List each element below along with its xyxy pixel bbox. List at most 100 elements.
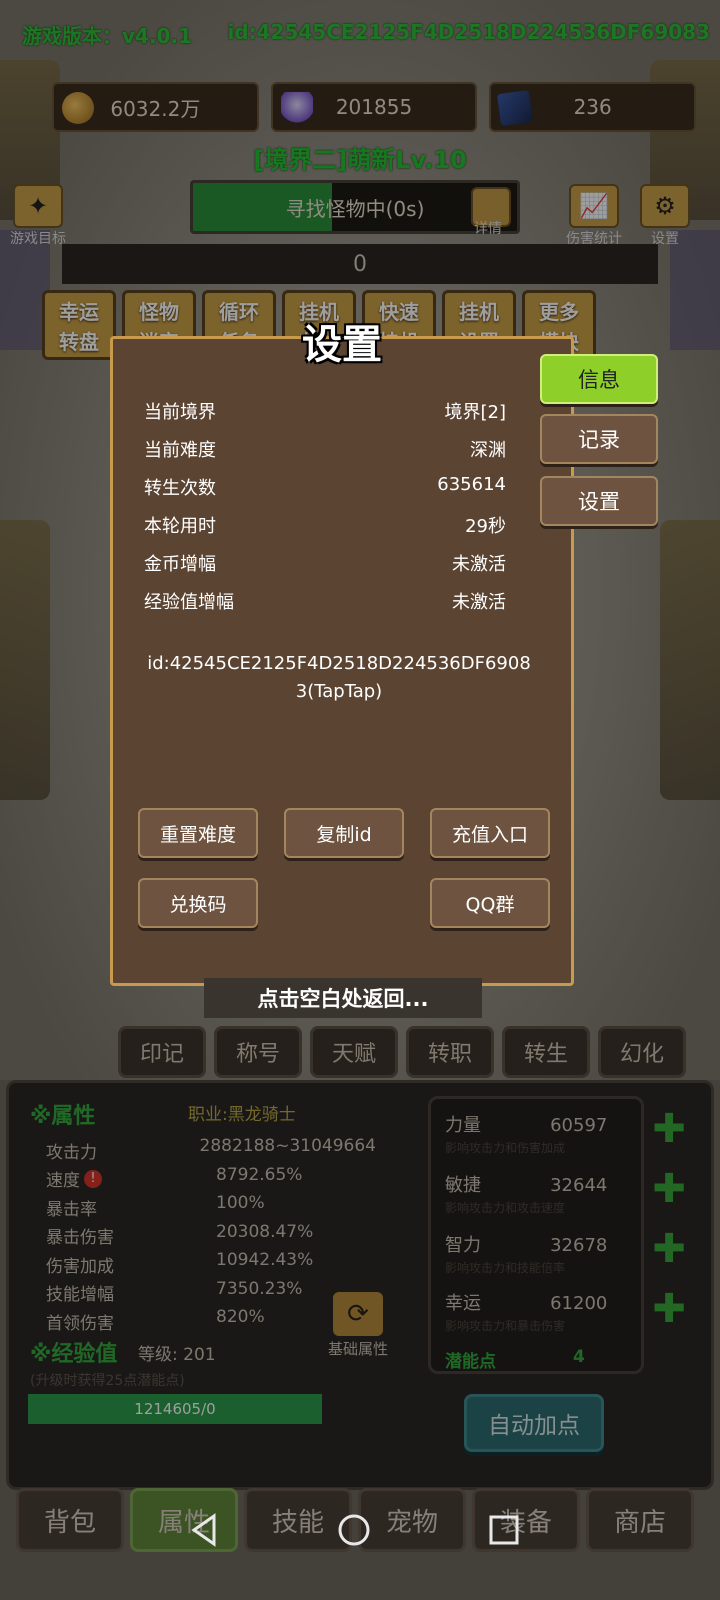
stat-row: 暴击率 100%	[46, 1193, 376, 1222]
potential-row-agility: 敏捷 32644 影响攻击力和攻击速度	[445, 1171, 635, 1216]
potential-points-value: 4	[573, 1347, 585, 1367]
warning-icon[interactable]: !	[84, 1169, 102, 1188]
attributes-heading: ※属性	[30, 1104, 96, 1129]
stat-value: 8792.65%	[216, 1164, 303, 1185]
chart-icon: 📈	[569, 184, 619, 228]
info-row: 本轮用时 29秒	[144, 512, 506, 550]
stat-row: 攻击力 2882188~31049664	[46, 1136, 376, 1165]
info-label: 金币增幅	[144, 554, 216, 575]
add-agility-button[interactable]: ✚	[652, 1169, 686, 1209]
info-label: 经验值增幅	[144, 592, 234, 613]
potential-row-intelligence: 智力 32678 影响攻击力和技能倍率	[445, 1231, 635, 1276]
crystal-currency: 201855	[270, 82, 478, 132]
tab-title[interactable]: 称号	[214, 1026, 302, 1078]
potential-desc: 影响攻击力和暴击伤害	[445, 1319, 566, 1333]
potential-value: 32678	[550, 1235, 608, 1256]
info-value: 深渊	[470, 440, 506, 461]
tab-info[interactable]: 信息	[540, 354, 658, 404]
stat-value: 2882188~31049664	[199, 1136, 376, 1156]
tab-mark[interactable]: 印记	[118, 1026, 206, 1078]
stat-label: 暴击率	[46, 1199, 97, 1220]
basic-attributes-toggle[interactable]: ⟳ 基础属性	[328, 1292, 388, 1359]
stat-value: 820%	[216, 1307, 265, 1327]
settings-button[interactable]: ⚙ 设置	[640, 184, 690, 248]
info-value: 未激活	[452, 554, 506, 575]
level-label: 等级: 201	[138, 1345, 216, 1365]
info-label: 本轮用时	[144, 516, 216, 537]
game-goal-button[interactable]: ✦ 游戏目标	[10, 184, 66, 248]
info-label: 转生次数	[144, 478, 216, 499]
tab-settings[interactable]: 设置	[540, 476, 658, 526]
stat-label: 攻击力	[46, 1142, 97, 1163]
gear-icon: ⚙	[640, 184, 690, 228]
card-value: 236	[573, 95, 612, 119]
tab-record[interactable]: 记录	[540, 414, 658, 464]
tab-job-change[interactable]: 转职	[406, 1026, 494, 1078]
info-row: 经验值增幅 未激活	[144, 588, 506, 626]
crystal-value: 201855	[335, 95, 413, 119]
details-label[interactable]: 详情	[474, 218, 502, 238]
potential-name: 幸运	[445, 1293, 481, 1314]
stat-label: 技能增幅	[46, 1285, 114, 1306]
copy-id-button[interactable]: 复制id	[284, 808, 404, 858]
potential-box: 力量 60597 影响攻击力和伤害加成 敏捷 32644 影响攻击力和攻击速度 …	[428, 1096, 644, 1374]
card-icon	[497, 89, 534, 127]
stat-row: 技能增幅 7350.23%	[46, 1279, 376, 1308]
info-table: 当前境界 境界[2] 当前难度 深渊 转生次数 635614 本轮用时 29秒 …	[144, 398, 506, 626]
add-intelligence-button[interactable]: ✚	[652, 1229, 686, 1269]
add-strength-button[interactable]: ✚	[652, 1109, 686, 1149]
qq-group-button[interactable]: QQ群	[430, 878, 550, 928]
potential-name: 智力	[445, 1235, 481, 1256]
tab-transform[interactable]: 幻化	[598, 1026, 686, 1078]
refresh-icon: ⟳	[333, 1292, 383, 1336]
recents-icon[interactable]	[484, 1510, 524, 1550]
add-luck-button[interactable]: ✚	[652, 1289, 686, 1329]
info-label: 当前难度	[144, 440, 216, 461]
star-icon: ✦	[13, 184, 63, 228]
info-row: 转生次数 635614	[144, 474, 506, 512]
tap-to-return-hint[interactable]: 点击空白处返回...	[204, 978, 482, 1018]
job-label: 职业:黑龙骑士	[188, 1105, 296, 1125]
tab-rebirth[interactable]: 转生	[502, 1026, 590, 1078]
stat-label-wrap: 速度 !	[46, 1165, 216, 1194]
experience-bar: 1214605/0	[28, 1394, 322, 1424]
basic-attributes-label: 基础属性	[328, 1340, 389, 1358]
top-info-bar: 游戏版本：v4.0.1 id:42545CE2125F4D2518D224536…	[22, 20, 710, 50]
monster-search-progress: 寻找怪物中(0s)	[190, 180, 520, 234]
potential-name: 敏捷	[445, 1175, 481, 1196]
game-goal-label: 游戏目标	[10, 231, 66, 247]
home-icon[interactable]	[334, 1510, 374, 1550]
stat-row: 暴击伤害 20308.47%	[46, 1222, 376, 1251]
potential-value: 61200	[550, 1293, 608, 1314]
crystal-icon	[280, 92, 313, 124]
nav-pets[interactable]: 宠物	[358, 1488, 466, 1552]
coin-icon	[62, 92, 94, 124]
realm-title: [境界二]萌新Lv.10	[253, 146, 467, 174]
damage-stats-button[interactable]: 📈 伤害统计	[566, 184, 622, 248]
info-value: 境界[2]	[444, 402, 507, 423]
auto-add-points-button[interactable]: 自动加点	[464, 1394, 604, 1452]
stat-value: 10942.43%	[216, 1250, 314, 1270]
gold-value: 6032.2万	[110, 96, 201, 121]
potential-points: 潜能点 4	[445, 1347, 585, 1372]
nav-shop[interactable]: 商店	[586, 1488, 694, 1552]
stats-list: 攻击力 2882188~31049664 速度 ! 8792.65% 暴击率 1…	[46, 1136, 376, 1336]
stat-value: 7350.23%	[216, 1278, 303, 1299]
attribute-tabs: 印记 称号 天赋 转职 转生 幻化	[118, 1026, 686, 1078]
experience-note: (升级时获得25点潜能点)	[30, 1373, 185, 1389]
potential-row-strength: 力量 60597 影响攻击力和伤害加成	[445, 1111, 635, 1156]
recharge-button[interactable]: 充值入口	[430, 808, 550, 858]
back-icon[interactable]	[184, 1510, 224, 1550]
search-status-text: 寻找怪物中(0s)	[285, 196, 425, 221]
potential-points-label: 潜能点	[445, 1352, 496, 1372]
redeem-code-button[interactable]: 兑换码	[138, 878, 258, 928]
stat-label: 首领伤害	[46, 1313, 114, 1334]
tab-talent[interactable]: 天赋	[310, 1026, 398, 1078]
nav-bag[interactable]: 背包	[16, 1488, 124, 1552]
info-row: 金币增幅 未激活	[144, 550, 506, 588]
info-row: 当前境界 境界[2]	[144, 398, 506, 436]
stat-label: 伤害加成	[46, 1256, 114, 1277]
experience-heading: ※经验值	[30, 1342, 118, 1367]
reset-difficulty-button[interactable]: 重置难度	[138, 808, 258, 858]
potential-value: 60597	[550, 1115, 608, 1136]
